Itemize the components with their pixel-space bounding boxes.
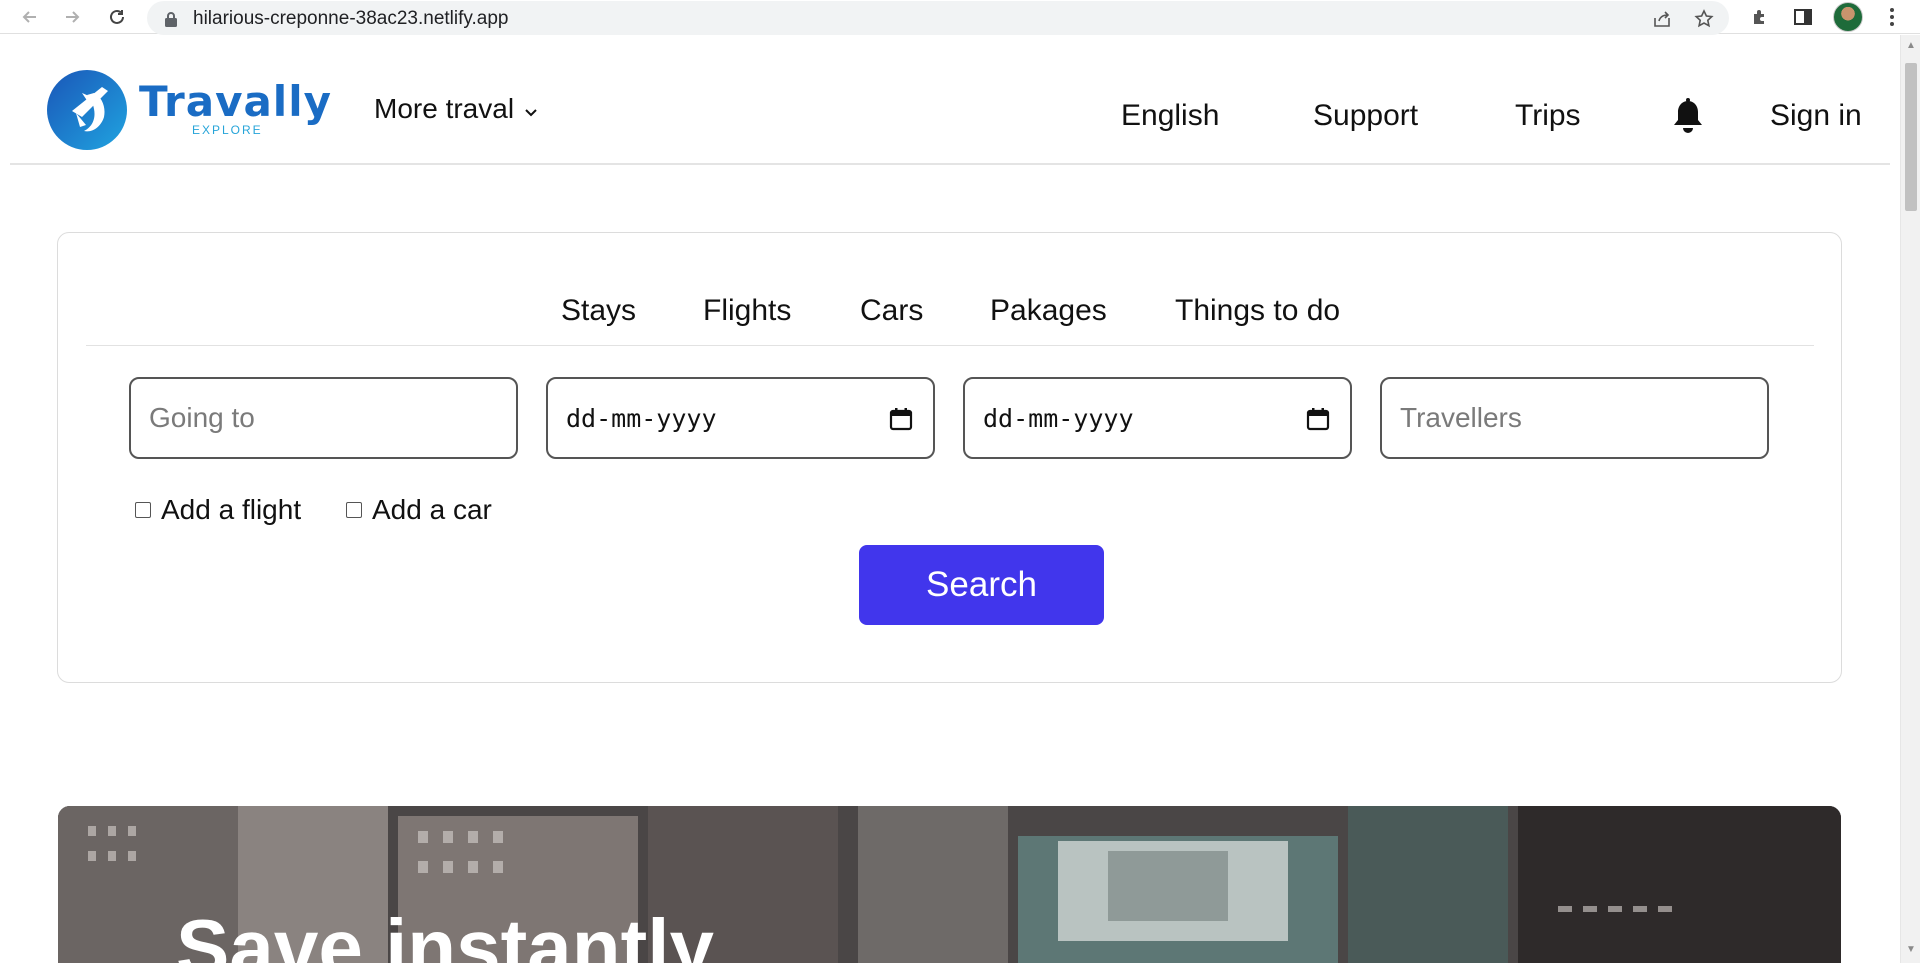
- brand-name[interactable]: Travally: [139, 77, 332, 126]
- more-travel-dropdown[interactable]: More traval: [374, 93, 538, 125]
- hero-banner: Save instantly: [58, 806, 1841, 963]
- page-scrollbar[interactable]: ▲ ▼: [1900, 35, 1920, 963]
- add-flight-label[interactable]: Add a flight: [161, 494, 301, 526]
- tab-flights[interactable]: Flights: [703, 294, 791, 328]
- side-panel-icon[interactable]: [1789, 3, 1817, 31]
- site-header: Travally EXPLORE More traval English Sup…: [10, 35, 1890, 165]
- forward-icon[interactable]: [58, 3, 86, 31]
- calendar-icon[interactable]: [889, 407, 913, 431]
- travellers-input[interactable]: [1400, 402, 1767, 434]
- calendar-icon[interactable]: [1306, 407, 1330, 431]
- add-flight-option[interactable]: Add a flight: [135, 494, 301, 526]
- hero-title: Save instantly: [176, 903, 715, 963]
- checkin-date-input[interactable]: dd-mm-yyyy: [566, 404, 717, 433]
- search-button[interactable]: Search: [859, 545, 1104, 625]
- extensions-icon[interactable]: [1746, 3, 1774, 31]
- add-flight-checkbox[interactable]: [135, 502, 151, 518]
- scroll-thumb[interactable]: [1905, 63, 1917, 211]
- scroll-down-icon[interactable]: ▼: [1906, 945, 1916, 955]
- profile-avatar[interactable]: [1833, 2, 1863, 32]
- add-car-option[interactable]: Add a car: [346, 494, 492, 526]
- star-icon[interactable]: [1692, 7, 1716, 31]
- travellers-field[interactable]: [1380, 377, 1769, 459]
- browser-toolbar: hilarious-creponne-38ac23.netlify.app: [0, 0, 1920, 35]
- back-icon[interactable]: [16, 3, 44, 31]
- search-tabs: Stays Flights Cars Pakages Things to do: [86, 291, 1814, 346]
- checkout-date-input[interactable]: dd-mm-yyyy: [983, 404, 1134, 433]
- search-card: Stays Flights Cars Pakages Things to do …: [57, 232, 1842, 683]
- lock-icon[interactable]: [159, 7, 183, 31]
- going-to-input[interactable]: [149, 402, 516, 434]
- address-bar[interactable]: hilarious-creponne-38ac23.netlify.app: [147, 1, 1729, 35]
- chevron-down-icon: [524, 93, 538, 125]
- nav-sign-in[interactable]: Sign in: [1770, 99, 1862, 133]
- kebab-menu-icon[interactable]: [1878, 3, 1906, 31]
- checkout-date-field[interactable]: dd-mm-yyyy: [963, 377, 1352, 459]
- brand-tagline: EXPLORE: [192, 123, 263, 137]
- reload-icon[interactable]: [103, 3, 131, 31]
- add-car-label[interactable]: Add a car: [372, 494, 492, 526]
- tab-stays[interactable]: Stays: [561, 294, 636, 328]
- tab-things-to-do[interactable]: Things to do: [1175, 294, 1340, 328]
- bell-icon[interactable]: [1670, 97, 1706, 135]
- logo-icon[interactable]: [42, 63, 132, 153]
- more-travel-label: More traval: [374, 93, 515, 124]
- nav-language[interactable]: English: [1121, 99, 1219, 133]
- scroll-up-icon[interactable]: ▲: [1906, 41, 1916, 51]
- share-icon[interactable]: [1650, 7, 1674, 31]
- nav-support[interactable]: Support: [1313, 99, 1418, 133]
- going-to-field[interactable]: [129, 377, 518, 459]
- nav-trips[interactable]: Trips: [1515, 99, 1581, 133]
- tab-packages[interactable]: Pakages: [990, 294, 1107, 328]
- checkin-date-field[interactable]: dd-mm-yyyy: [546, 377, 935, 459]
- url-text[interactable]: hilarious-creponne-38ac23.netlify.app: [193, 8, 508, 30]
- add-car-checkbox[interactable]: [346, 502, 362, 518]
- tab-cars[interactable]: Cars: [860, 294, 923, 328]
